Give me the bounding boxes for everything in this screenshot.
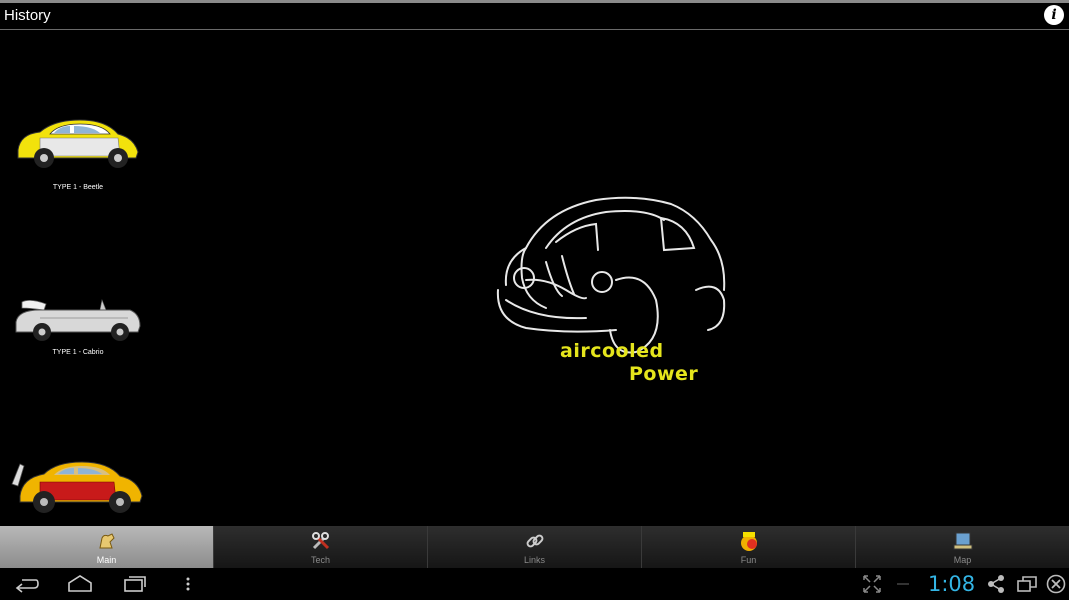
recent-apps-icon[interactable] (122, 574, 148, 594)
tab-label-links: Links (523, 555, 545, 565)
car-label-cabrio: TYPE 1 - Cabrio (52, 349, 104, 356)
page-title: History (4, 7, 51, 24)
window-icon[interactable] (1016, 574, 1038, 594)
main-content: TYPE 1 - Beetle TYPE 1 - Cabrio aircoole… (0, 30, 1069, 526)
info-icon[interactable]: i (1044, 5, 1064, 25)
tab-links[interactable]: Links (427, 526, 641, 568)
car-label-beetle: TYPE 1 - Beetle (52, 184, 104, 191)
back-icon[interactable] (14, 574, 40, 594)
tab-tech[interactable]: Tech (213, 526, 427, 568)
logo-text-power: Power (629, 363, 699, 385)
tab-map[interactable]: Map (855, 526, 1069, 568)
tools-icon (311, 532, 329, 550)
share-icon[interactable] (986, 574, 1006, 594)
tab-label-map: Map (953, 555, 972, 565)
car-item-beetle[interactable]: TYPE 1 - Beetle (10, 112, 146, 191)
tab-fun[interactable]: Fun (641, 526, 855, 568)
fun-icon (740, 532, 757, 551)
dash-icon (897, 583, 909, 585)
map-icon (953, 532, 972, 550)
bottom-tab-bar: Main Tech Links Fun Map (0, 526, 1069, 568)
clock: 1:08 (928, 572, 976, 596)
beetle-car-icon (17, 119, 139, 168)
logo-text-aircooled: aircooled (560, 340, 664, 362)
menu-overflow-icon[interactable] (182, 574, 194, 594)
home-icon[interactable] (66, 574, 94, 594)
action-bar: History i (0, 3, 1069, 29)
tab-label-main: Main (96, 555, 117, 565)
custom-beetle-car-icon (11, 461, 143, 513)
tab-main[interactable]: Main (0, 526, 213, 568)
main-icon (98, 533, 115, 549)
cabrio-car-icon (15, 298, 141, 341)
tab-label-fun: Fun (740, 555, 757, 565)
car-item-third[interactable] (10, 454, 146, 524)
car-item-cabrio[interactable]: TYPE 1 - Cabrio (10, 292, 146, 356)
fullscreen-icon[interactable] (862, 574, 882, 594)
chain-link-icon (526, 534, 543, 548)
tab-label-tech: Tech (310, 555, 330, 565)
system-navigation-bar: 1:08 (0, 568, 1069, 600)
close-icon[interactable] (1045, 574, 1067, 594)
